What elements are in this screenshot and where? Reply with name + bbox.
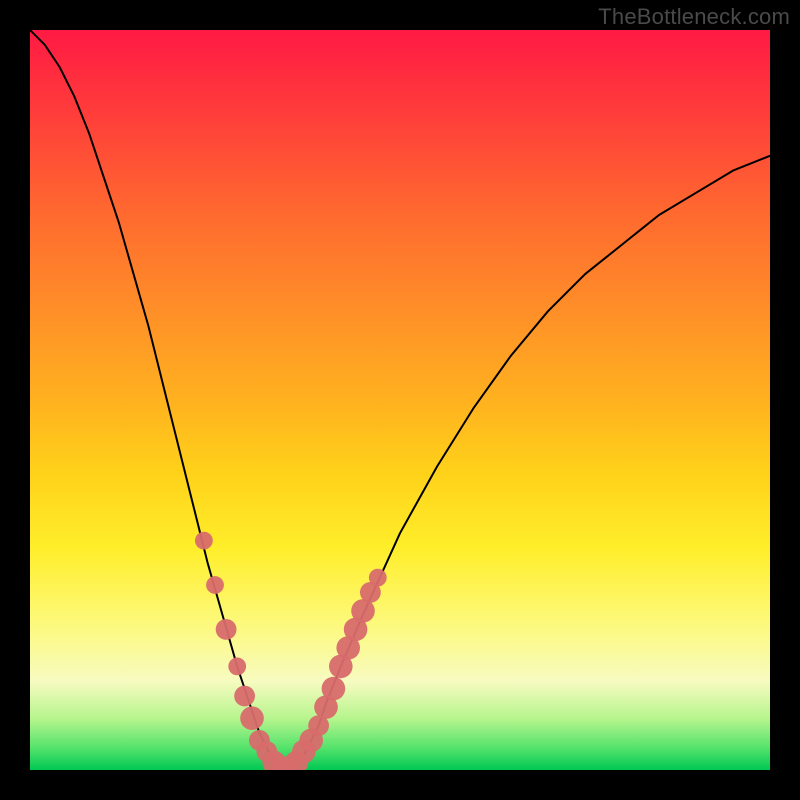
chart-svg [30,30,770,770]
chart-plot [30,30,770,770]
curve-markers [195,532,387,770]
watermark-text: TheBottleneck.com [598,4,790,30]
bottleneck-curve [30,30,770,770]
chart-frame: TheBottleneck.com [0,0,800,800]
